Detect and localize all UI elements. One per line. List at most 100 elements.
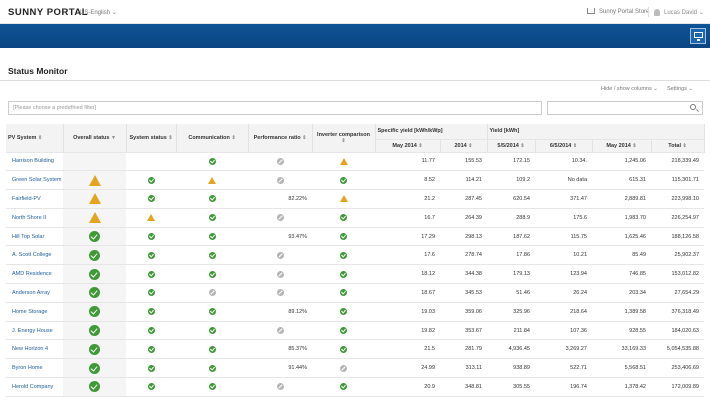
chevron-down-icon: ⌄ [698, 10, 704, 16]
value-cell-sym: 18.67 [375, 283, 440, 303]
user-icon [654, 9, 660, 16]
value-cell-d1: 17.86 [487, 245, 535, 266]
brand-logo[interactable]: SUNNY PORTAL [8, 7, 88, 18]
store-link[interactable]: Sunny Portal Store [587, 8, 649, 15]
not-available-icon [276, 270, 284, 278]
table-row[interactable]: AMD Residence 18.12 344.38 179.13 123.94 746.… [6, 264, 704, 285]
pv-system-link[interactable]: Herold Company [12, 384, 53, 390]
col-overall-status[interactable]: Overall status ▼ [63, 124, 127, 153]
col-performance-ratio-label: Performance ratio [253, 134, 301, 141]
value-cell-d2: 196.74 [535, 377, 592, 397]
value-cell-d1: 109.2 [487, 170, 535, 191]
check-circle-icon [208, 251, 216, 259]
col-performance-ratio[interactable]: Performance ratio ⇕ [248, 124, 313, 153]
language-selector[interactable]: US-English ⌄ [80, 9, 117, 16]
col-sy-month[interactable]: May 2014 ⇕ [375, 139, 441, 153]
performance-ratio-cell [248, 208, 312, 228]
sort-icon: ⇕ [418, 142, 423, 149]
pv-system-link[interactable]: AMD Residence [12, 271, 52, 277]
not-available-icon [276, 176, 284, 184]
inverter-comparison-cell [312, 339, 375, 360]
col-group-specific-yield-label: Specific yield [kWh/kWp] [377, 128, 443, 135]
system-status-cell [126, 302, 176, 322]
chevron-down-icon: ⌄ [653, 86, 658, 92]
overall-warning-icon [88, 193, 101, 205]
inverter-comparison-cell [312, 358, 375, 379]
performance-ratio-cell [248, 245, 312, 266]
communication-cell [176, 321, 248, 341]
not-available-icon [276, 251, 284, 259]
check-circle-icon [340, 176, 347, 184]
check-circle-icon [147, 308, 155, 316]
search-input[interactable] [547, 101, 703, 115]
user-menu[interactable]: Lucas David ⌄ [654, 9, 704, 16]
col-pv-system[interactable]: PV System ⇕ [6, 124, 64, 153]
pv-system-link[interactable]: A. Scott College [12, 252, 51, 258]
col-inverter-comparison[interactable]: Inverter comparison ⇕ [312, 124, 376, 153]
search-icon[interactable] [690, 104, 696, 110]
pv-system-link[interactable]: Fairfield-PV [12, 196, 41, 202]
communication-cell [176, 339, 248, 360]
system-status-cell [126, 227, 176, 247]
table-row[interactable]: Hill Top Solar 93.47% 17.29 298.13 187.62 115… [6, 227, 704, 247]
table-row[interactable]: Byron Home 91.44% 24.99 313.11 938.89 522.71 5… [6, 358, 704, 379]
value-cell-syy: 313.11 [440, 358, 487, 379]
value-cell-d2: 175.6 [535, 208, 592, 228]
system-status-cell [126, 170, 176, 191]
table-row[interactable]: J. Energy House 19.82 353.67 211.84 107.36 92… [6, 321, 704, 341]
pv-system-link[interactable]: J. Energy House [12, 328, 53, 334]
col-sy-year[interactable]: 2014 ⇕ [440, 139, 488, 153]
table-row[interactable]: New Horizon 4 85.37% 21.5 281.79 4,936.45 3,2… [6, 339, 704, 360]
col-y-total-label: Total [668, 142, 681, 149]
performance-ratio-cell: 91.44% [248, 358, 312, 379]
col-y-total[interactable]: Total ⇕ [651, 139, 705, 153]
pv-system-link[interactable]: Byron Home [12, 365, 43, 371]
table-row[interactable]: Harrison Building 11.77 155.53 172.15 10.34.… [6, 152, 704, 172]
pv-system-link[interactable]: North Shore II [12, 215, 46, 221]
pv-system-link[interactable]: Home Storage [12, 309, 47, 315]
settings-button[interactable]: Settings ⌄ [667, 86, 693, 92]
sort-icon: ⇕ [341, 137, 346, 144]
table-row[interactable]: Anderson Array 18.67 345.53 51.46 26.24 203.3… [6, 283, 704, 303]
table-row[interactable]: Green Solar System 8.52 114.21 109.2 No data… [6, 170, 704, 191]
system-status-cell [126, 245, 176, 266]
overall-check-circle-icon [89, 343, 100, 355]
pv-system-link[interactable]: Green Solar System [12, 177, 62, 183]
filter-input[interactable]: [Please choose a predefined filter] [8, 101, 542, 115]
pv-system-link[interactable]: Anderson Array [12, 290, 50, 296]
value-cell-sym: 19.03 [375, 302, 440, 322]
col-system-status[interactable]: System status ⇕ [126, 124, 177, 153]
monitor-icon[interactable] [690, 28, 706, 44]
col-y-day2[interactable]: 6/5/2014 ⇕ [535, 139, 593, 153]
overall-status-cell [63, 152, 126, 172]
overall-status-cell [63, 339, 126, 360]
table-row[interactable]: Home Storage 89.12% 19.03 359.06 325.96 218.6… [6, 302, 704, 322]
value-cell-d1: 211.84 [487, 321, 535, 341]
pv-system-link[interactable]: Harrison Building [12, 158, 54, 164]
performance-ratio-cell [248, 170, 312, 191]
col-communication[interactable]: Communication ⇕ [176, 124, 249, 153]
col-y-month[interactable]: May 2014 ⇕ [592, 139, 652, 153]
col-overall-status-label: Overall status [73, 134, 110, 141]
pv-system-link[interactable]: New Horizon 4 [12, 346, 48, 352]
table-row[interactable]: Fairfield-PV 82.22% 21.2 287.45 620.54 371.47… [6, 189, 704, 209]
performance-ratio-cell [248, 377, 312, 397]
pv-system-link[interactable]: Hill Top Solar [12, 234, 44, 240]
value-cell-d1: 51.46 [487, 283, 535, 303]
pv-system-cell: Green Solar System [6, 170, 63, 191]
table-row[interactable]: A. Scott College 17.6 278.74 17.86 10.21 85.4… [6, 245, 704, 266]
hide-show-columns-button[interactable]: Hide / show columns ⌄ [601, 86, 658, 92]
system-status-cell [126, 358, 176, 379]
value-cell-m: 1,625.46 [592, 227, 651, 247]
communication-cell [176, 377, 248, 397]
overall-status-cell [63, 227, 126, 247]
value-cell-syy: 345.53 [440, 283, 487, 303]
value-cell-syy: 298.13 [440, 227, 487, 247]
overall-check-circle-icon [89, 231, 100, 243]
check-circle-icon [208, 308, 216, 316]
inverter-comparison-cell [312, 170, 375, 191]
table-row[interactable]: North Shore II 16.7 264.39 288.9 175.6 1,983.… [6, 208, 704, 228]
col-y-day1[interactable]: 5/5/2014 ⇕ [487, 139, 536, 153]
pv-system-cell: AMD Residence [6, 264, 63, 285]
table-row[interactable]: Herold Company 20.9 348.81 305.55 196.74 1,37… [6, 377, 704, 397]
